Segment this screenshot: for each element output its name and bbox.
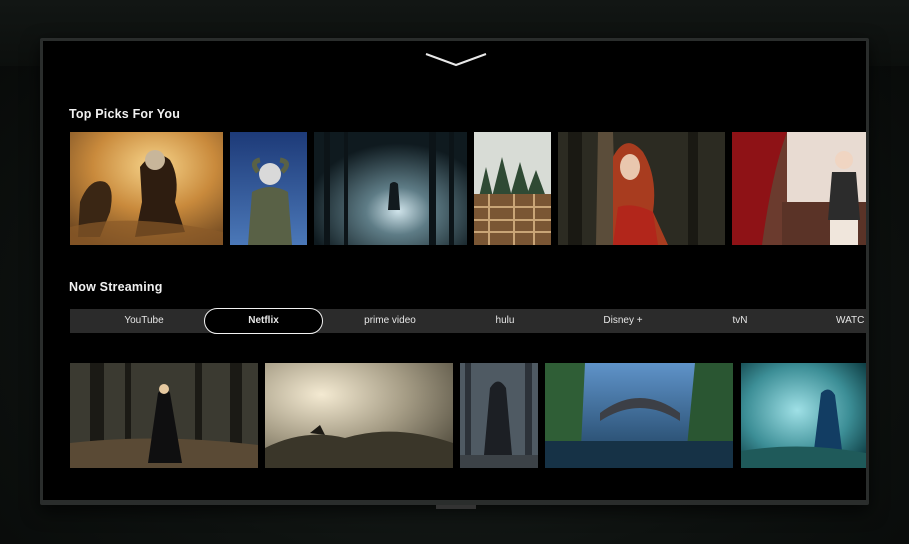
- top-pick-thumbnail-red-hair-woman[interactable]: [558, 132, 725, 245]
- tv-stand: [436, 505, 476, 509]
- top-pick-thumbnail-foggy-forest[interactable]: [314, 132, 467, 245]
- service-tab-netflix[interactable]: Netflix: [204, 308, 323, 334]
- top-pick-thumbnail-girl-reading[interactable]: [732, 132, 866, 245]
- service-tab-watcha[interactable]: WATC: [836, 309, 866, 333]
- service-tab-tvn[interactable]: tvN: [718, 309, 762, 333]
- stream-thumbnail-dark-forest-woman[interactable]: [70, 363, 258, 468]
- chevron-down-icon[interactable]: [424, 46, 488, 70]
- top-pick-thumbnail-maze[interactable]: [474, 132, 551, 245]
- service-tab-disney-plus[interactable]: Disney +: [592, 309, 654, 333]
- service-tab-prime-video[interactable]: prime video: [350, 309, 430, 333]
- stream-thumbnail-hooded-figure[interactable]: [460, 363, 538, 468]
- stream-thumbnail-misty-teal-forest[interactable]: [741, 363, 866, 468]
- stream-thumbnail-rider-sunrise[interactable]: [265, 363, 453, 468]
- section-title-top-picks: Top Picks For You: [69, 107, 181, 121]
- service-tab-hulu[interactable]: hulu: [480, 309, 530, 333]
- top-pick-thumbnail-astronaut[interactable]: [230, 132, 307, 245]
- service-tab-youtube[interactable]: YouTube: [108, 309, 180, 333]
- streaming-services-bar: YouTube Netflix prime video hulu Disney …: [70, 308, 866, 334]
- tv-screen: Top Picks For You Now Streaming YouTube …: [43, 41, 866, 500]
- top-pick-thumbnail-desert-astronauts[interactable]: [70, 132, 223, 245]
- stream-thumbnail-stone-bridge[interactable]: [545, 363, 733, 468]
- section-title-now-streaming: Now Streaming: [69, 280, 163, 294]
